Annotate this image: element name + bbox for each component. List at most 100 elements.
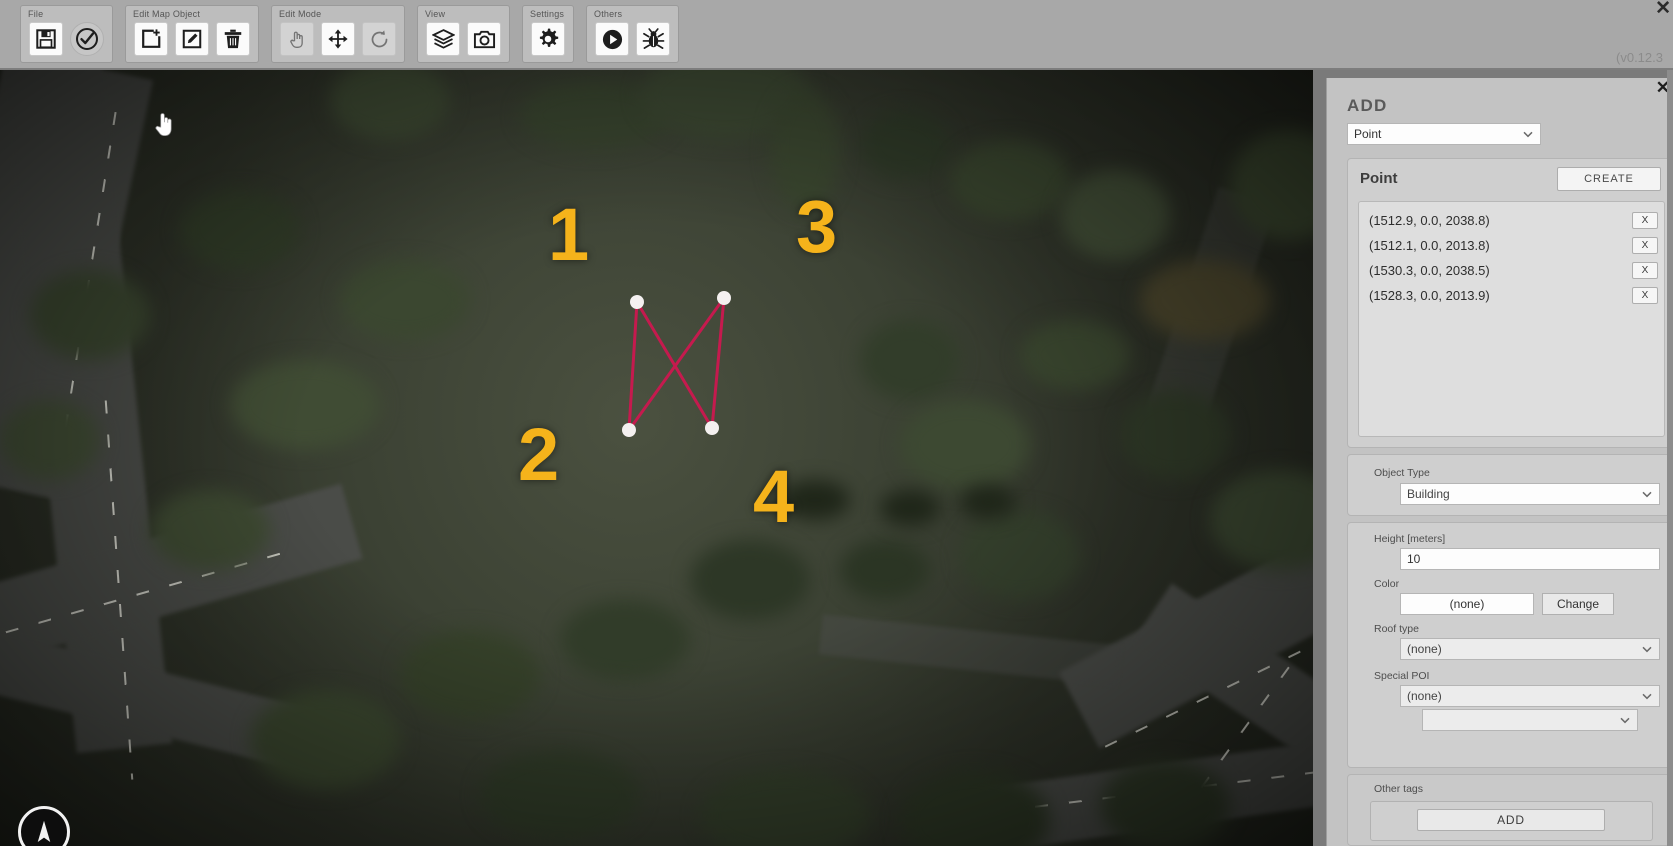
toolbar-group-edit-mode: Edit Mode	[271, 5, 405, 63]
move-arrows-icon	[328, 29, 348, 49]
point-list-item[interactable]: (1530.3, 0.0, 2038.5) X	[1359, 258, 1664, 283]
check-circle-icon	[76, 28, 98, 50]
point-coordinates: (1530.3, 0.0, 2038.5)	[1369, 263, 1490, 278]
map-number-label: 4	[753, 455, 795, 538]
add-square-icon	[142, 29, 161, 48]
delete-point-button[interactable]: X	[1632, 262, 1658, 279]
point-list-item[interactable]: (1528.3, 0.0, 2013.9) X	[1359, 283, 1664, 308]
roof-type-select[interactable]: (none)	[1400, 638, 1660, 660]
point-list-item[interactable]: (1512.9, 0.0, 2038.8) X	[1359, 208, 1664, 233]
color-value[interactable]: (none)	[1400, 593, 1534, 615]
color-change-button[interactable]: Change	[1542, 593, 1614, 615]
floppy-disk-icon	[36, 29, 56, 49]
color-label: Color	[1374, 578, 1400, 590]
rotate-icon	[371, 29, 387, 47]
north-arrow-icon	[37, 820, 51, 842]
special-poi-value: (none)	[1407, 689, 1442, 703]
polygon-edge	[627, 297, 726, 431]
toolbar-group-label: View	[425, 9, 446, 19]
play-circle-icon	[602, 29, 622, 49]
chevron-down-icon	[1620, 717, 1630, 724]
point-coordinates: (1512.9, 0.0, 2038.8)	[1369, 213, 1490, 228]
other-tags-label: Other tags	[1374, 783, 1424, 795]
toolbar-group-label: Edit Mode	[279, 9, 322, 19]
window-close-button[interactable]: ✕	[1655, 0, 1671, 18]
object-kind-select[interactable]: Point	[1347, 123, 1541, 145]
height-input[interactable]: 10	[1400, 548, 1660, 570]
toolbar-group-settings: Settings	[522, 5, 574, 63]
special-poi-subselect[interactable]	[1422, 709, 1638, 731]
color-value-text: (none)	[1449, 597, 1485, 611]
toolbar-group-label: Settings	[530, 9, 565, 19]
polygon-vertex-handle[interactable]	[622, 423, 636, 437]
other-tags-box: ADD	[1370, 801, 1653, 841]
chevron-down-icon	[1642, 693, 1652, 700]
object-type-label: Object Type	[1374, 467, 1430, 479]
chevron-down-icon	[1642, 646, 1652, 653]
bug-icon	[642, 27, 664, 49]
map-number-label: 1	[548, 193, 590, 276]
layers-button[interactable]	[426, 22, 460, 56]
point-list-header: Point	[1360, 170, 1398, 187]
delete-point-button[interactable]: X	[1632, 212, 1658, 229]
height-label: Height [meters]	[1374, 533, 1446, 545]
main-toolbar: File Edit Map Object Edit Mode View Sett…	[0, 0, 1673, 70]
toolbar-group-label: Others	[594, 9, 623, 19]
play-button[interactable]	[595, 22, 629, 56]
roof-type-value: (none)	[1407, 642, 1442, 656]
panel-scrollbar[interactable]	[1667, 70, 1673, 846]
map-number-label: 2	[518, 413, 560, 496]
toolbar-group-edit-map-object: Edit Map Object	[125, 5, 259, 63]
version-label: (v0.12.3	[1616, 50, 1663, 65]
toolbar-group-file: File	[20, 5, 113, 63]
add-object-button[interactable]	[134, 22, 168, 56]
point-list[interactable]: (1512.9, 0.0, 2038.8) X (1512.1, 0.0, 2013…	[1358, 201, 1665, 437]
toolbar-group-others: Others	[586, 5, 679, 63]
chevron-down-icon	[1523, 131, 1533, 138]
pencil-square-icon	[182, 29, 202, 49]
delete-object-button[interactable]	[216, 22, 250, 56]
polygon-vertex-handle[interactable]	[630, 295, 644, 309]
camera-button[interactable]	[467, 22, 501, 56]
polygon-vertex-handle[interactable]	[717, 291, 731, 305]
trash-icon	[224, 29, 242, 49]
object-type-value: Building	[1407, 487, 1450, 501]
edit-object-button[interactable]	[175, 22, 209, 56]
toolbar-group-view: View	[417, 5, 510, 63]
map-viewport[interactable]: 1 2 3 4	[0, 70, 1313, 846]
validate-button[interactable]	[70, 22, 104, 56]
debug-button[interactable]	[636, 22, 670, 56]
special-poi-label: Special POI	[1374, 670, 1430, 682]
delete-point-button[interactable]: X	[1632, 287, 1658, 304]
object-kind-value: Point	[1354, 127, 1382, 141]
point-list-item[interactable]: (1512.1, 0.0, 2013.8) X	[1359, 233, 1664, 258]
point-coordinates: (1512.1, 0.0, 2013.8)	[1369, 238, 1490, 253]
gear-icon	[539, 28, 559, 47]
polygon-edge	[627, 301, 639, 431]
hand-pointer-icon	[290, 31, 303, 48]
move-mode-button[interactable]	[321, 22, 355, 56]
roof-type-label: Roof type	[1374, 623, 1419, 635]
create-button[interactable]: CREATE	[1557, 167, 1661, 191]
delete-point-button[interactable]: X	[1632, 237, 1658, 254]
chevron-down-icon	[1642, 491, 1652, 498]
settings-button[interactable]	[531, 22, 565, 56]
add-object-panel: ✕ ADD Point Point CREATE (1512.9, 0.0, 2…	[1326, 78, 1673, 846]
side-panel: ✕ ADD Point Point CREATE (1512.9, 0.0, 2…	[1313, 70, 1673, 846]
object-type-select[interactable]: Building	[1400, 483, 1660, 505]
map-editor-app: File Edit Map Object Edit Mode View Sett…	[0, 0, 1673, 846]
toolbar-group-label: File	[28, 9, 44, 19]
panel-title: ADD	[1347, 96, 1388, 115]
add-tag-button[interactable]: ADD	[1417, 809, 1605, 831]
point-coordinates: (1528.3, 0.0, 2013.9)	[1369, 288, 1490, 303]
polygon-edge	[710, 297, 726, 429]
special-poi-select[interactable]: (none)	[1400, 685, 1660, 707]
polygon-vertex-handle[interactable]	[705, 421, 719, 435]
camera-icon	[473, 30, 495, 48]
map-number-label: 3	[796, 185, 838, 268]
rotate-mode-button[interactable]	[362, 22, 396, 56]
select-mode-button[interactable]	[280, 22, 314, 56]
polygon-overlay[interactable]	[0, 70, 1313, 846]
save-button[interactable]	[29, 22, 63, 56]
height-value: 10	[1407, 552, 1421, 566]
